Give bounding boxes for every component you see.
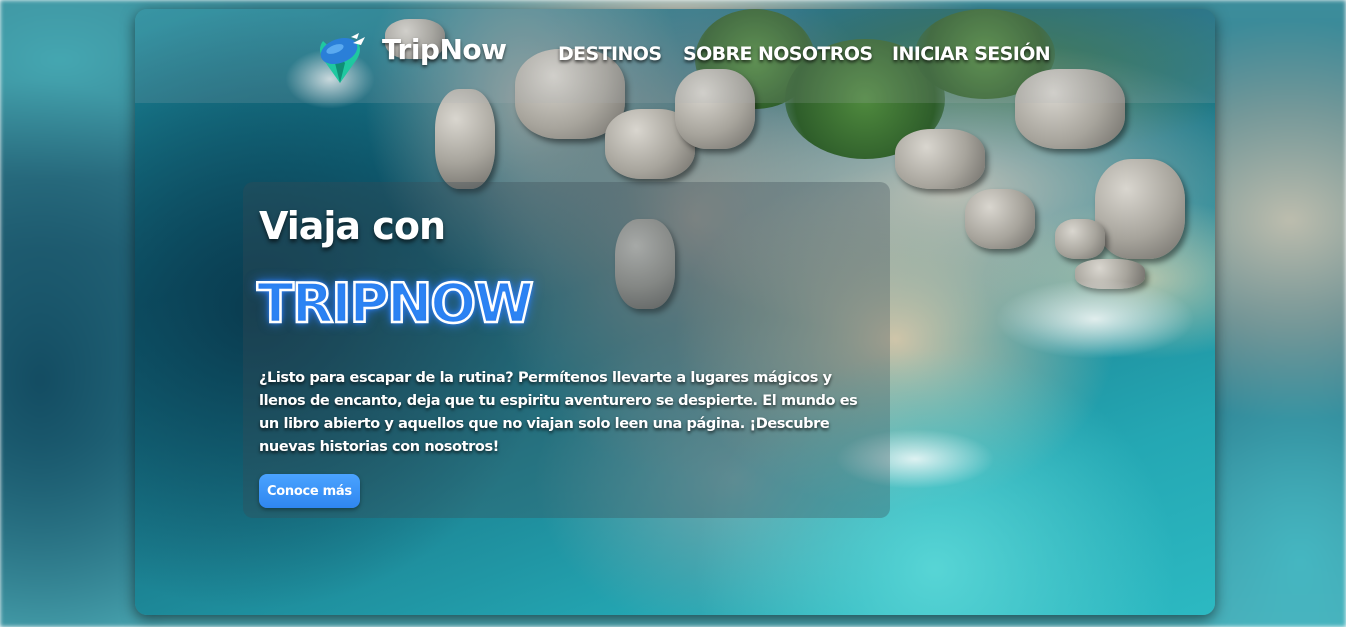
hero-panel: Viaja con TRIPNOW ¿Listo para escapar de…	[243, 182, 890, 518]
scenery-rock	[1095, 159, 1185, 259]
plane-pin-icon[interactable]	[315, 29, 365, 85]
hero-card: TripNow DESTINOS SOBRE NOSOTROS INICIAR …	[135, 9, 1215, 615]
nav-sobre-nosotros[interactable]: SOBRE NOSOTROS	[683, 43, 873, 65]
scenery-rock	[435, 89, 495, 189]
nav-destinos[interactable]: DESTINOS	[558, 43, 662, 65]
scenery-rock	[895, 129, 985, 189]
scenery-rock	[1055, 219, 1105, 259]
hero-brand-title: TRIPNOW	[256, 271, 535, 337]
nav-iniciar-sesion[interactable]: INICIAR SESIÓN	[892, 43, 1051, 65]
conoce-mas-button[interactable]: Conoce más	[259, 474, 360, 508]
scenery-rock	[965, 189, 1035, 249]
hero-description: ¿Listo para escapar de la rutina? Permít…	[259, 370, 858, 455]
brand-name[interactable]: TripNow	[382, 33, 507, 66]
scenery-foam	[995, 279, 1195, 359]
hero-heading: Viaja con	[259, 204, 446, 248]
header-bar: TripNow DESTINOS SOBRE NOSOTROS INICIAR …	[135, 9, 1215, 103]
